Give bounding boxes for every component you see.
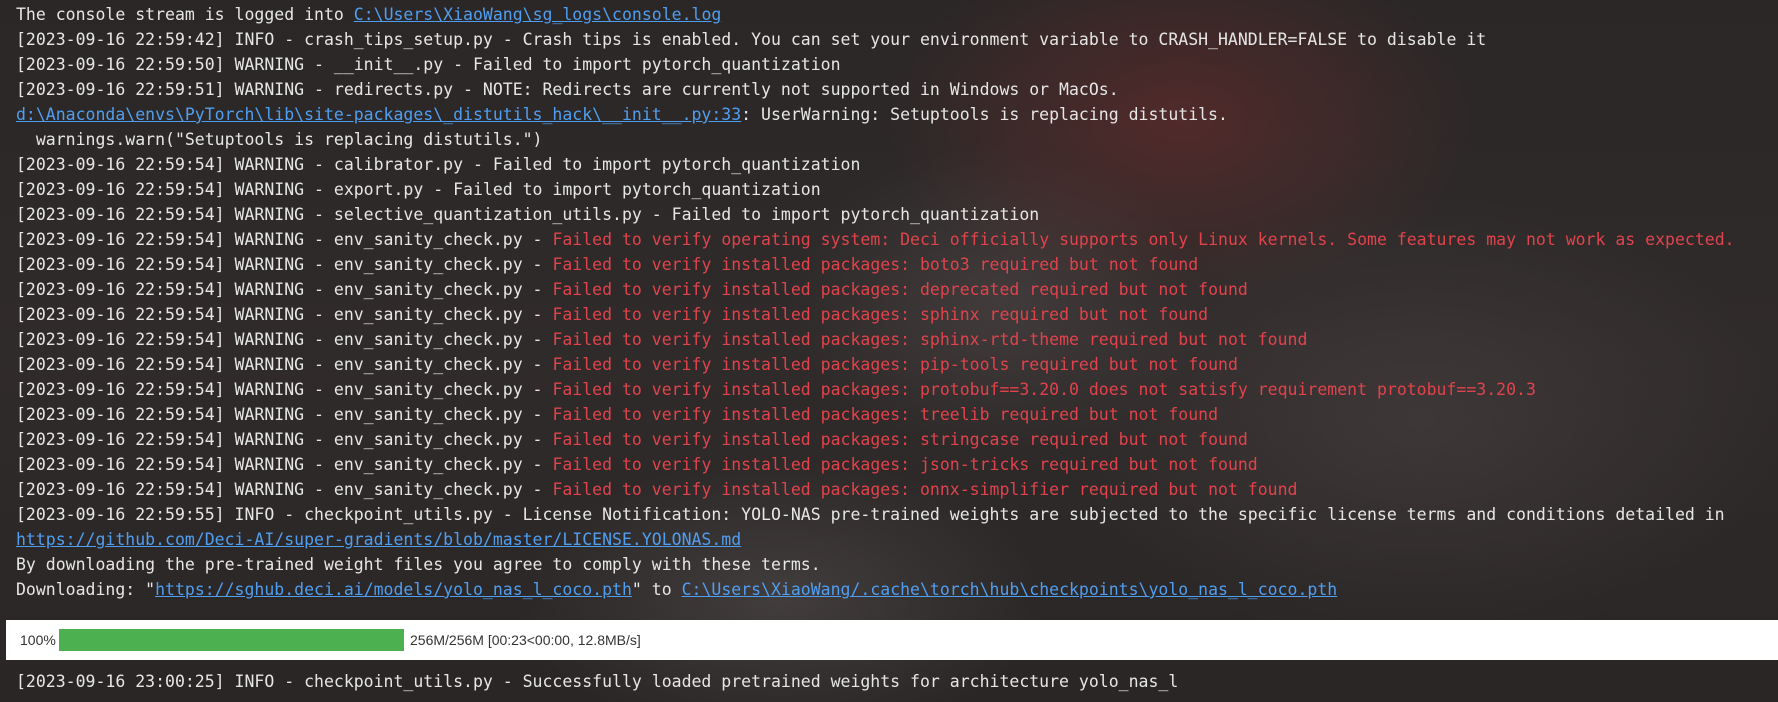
error-message: Failed to verify installed packages: str… [552, 430, 1248, 449]
log-text: [2023-09-16 22:59:54] WARNING - env_sani… [16, 255, 553, 274]
log-text: [2023-09-16 22:59:42] INFO - crash_tips_… [16, 30, 1487, 49]
error-message: Failed to verify installed packages: dep… [552, 280, 1248, 299]
log-line: [2023-09-16 22:59:42] INFO - crash_tips_… [16, 29, 1486, 51]
log-text: [2023-09-16 22:59:54] WARNING - selectiv… [16, 205, 1040, 224]
log-line: [2023-09-16 22:59:54] WARNING - env_sani… [16, 404, 1218, 426]
log-text: [2023-09-16 22:59:54] WARNING - env_sani… [16, 380, 553, 399]
error-message: Failed to verify installed packages: sph… [552, 330, 1308, 349]
log-line: [2023-09-16 22:59:54] WARNING - env_sani… [16, 454, 1258, 476]
log-line: [2023-09-16 22:59:54] WARNING - env_sani… [16, 354, 1238, 376]
log-line: [2023-09-16 22:59:54] WARNING - env_sani… [16, 479, 1297, 501]
log-line: [2023-09-16 22:59:54] WARNING - env_sani… [16, 429, 1248, 451]
log-text: [2023-09-16 22:59:54] WARNING - env_sani… [16, 280, 553, 299]
log-line: [2023-09-16 22:59:54] WARNING - export.p… [16, 179, 821, 201]
error-message: Failed to verify installed packages: pro… [552, 380, 1536, 399]
log-line: [2023-09-16 22:59:54] WARNING - env_sani… [16, 379, 1536, 401]
progress-fill [59, 629, 404, 651]
log-text: [2023-09-16 22:59:54] WARNING - env_sani… [16, 430, 553, 449]
log-line: [2023-09-16 22:59:50] WARNING - __init__… [16, 54, 841, 76]
log-text: : UserWarning: Setuptools is replacing d… [741, 105, 1228, 124]
progress-info: 256M/256M [00:23<00:00, 12.8MB/s] [410, 632, 641, 648]
log-line: The console stream is logged into C:\Use… [16, 4, 721, 26]
log-line: [2023-09-16 22:59:51] WARNING - redirect… [16, 79, 1119, 101]
path-link[interactable]: https://sghub.deci.ai/models/yolo_nas_l_… [155, 580, 632, 599]
log-text: [2023-09-16 22:59:54] WARNING - env_sani… [16, 355, 553, 374]
log-line: [2023-09-16 22:59:54] WARNING - env_sani… [16, 229, 1735, 251]
log-line: [2023-09-16 22:59:54] WARNING - selectiv… [16, 204, 1039, 226]
path-link[interactable]: C:\Users\XiaoWang\sg_logs\console.log [354, 5, 722, 24]
log-text: " to [631, 580, 682, 599]
log-line: [2023-09-16 22:59:54] WARNING - calibrat… [16, 154, 860, 176]
download-progress-bar: 100% 256M/256M [00:23<00:00, 12.8MB/s] [6, 620, 1778, 660]
log-line: https://github.com/Deci-AI/super-gradien… [16, 529, 741, 551]
error-message: Failed to verify installed packages: bot… [552, 255, 1199, 274]
log-text: [2023-09-16 22:59:54] WARNING - export.p… [16, 180, 821, 199]
log-text: [2023-09-16 22:59:54] WARNING - calibrat… [16, 155, 861, 174]
log-text: By downloading the pre-trained weight fi… [16, 555, 821, 574]
progress-track [59, 629, 404, 651]
error-message: Failed to verify installed packages: sph… [552, 305, 1209, 324]
log-text: [2023-09-16 22:59:54] WARNING - env_sani… [16, 305, 553, 324]
log-text: [2023-09-16 22:59:51] WARNING - redirect… [16, 80, 1119, 99]
console-output: The console stream is logged into C:\Use… [0, 0, 1778, 702]
log-text: The console stream is logged into [16, 5, 354, 24]
final-log-line: [2023-09-16 23:00:25] INFO - checkpoint_… [16, 672, 1179, 691]
log-text: Downloading: " [16, 580, 156, 599]
error-message: Failed to verify operating system: Deci … [552, 230, 1735, 249]
log-line: [2023-09-16 22:59:54] WARNING - env_sani… [16, 254, 1198, 276]
path-link[interactable]: d:\Anaconda\envs\PyTorch\lib\site-packag… [16, 105, 741, 124]
log-text: warnings.warn("Setuptools is replacing d… [16, 130, 543, 149]
path-link[interactable]: https://github.com/Deci-AI/super-gradien… [16, 530, 741, 549]
error-message: Failed to verify installed packages: onn… [552, 480, 1298, 499]
error-message: Failed to verify installed packages: jso… [552, 455, 1258, 474]
log-text: [2023-09-16 22:59:54] WARNING - env_sani… [16, 480, 553, 499]
log-line: [2023-09-16 22:59:54] WARNING - env_sani… [16, 279, 1248, 301]
log-text: [2023-09-16 22:59:54] WARNING - env_sani… [16, 230, 553, 249]
log-text: [2023-09-16 22:59:55] INFO - checkpoint_… [16, 505, 1725, 524]
log-text: [2023-09-16 22:59:54] WARNING - env_sani… [16, 455, 553, 474]
log-line: Downloading: "https://sghub.deci.ai/mode… [16, 579, 1337, 601]
log-line: [2023-09-16 22:59:54] WARNING - env_sani… [16, 304, 1208, 326]
error-message: Failed to verify installed packages: pip… [552, 355, 1238, 374]
log-line: d:\Anaconda\envs\PyTorch\lib\site-packag… [16, 104, 1228, 126]
log-line: [2023-09-16 22:59:55] INFO - checkpoint_… [16, 504, 1725, 526]
log-text: [2023-09-16 22:59:54] WARNING - env_sani… [16, 330, 553, 349]
progress-percent: 100% [20, 632, 56, 648]
log-line: [2023-09-16 22:59:54] WARNING - env_sani… [16, 329, 1307, 351]
log-line: warnings.warn("Setuptools is replacing d… [16, 129, 543, 151]
error-message: Failed to verify installed packages: tre… [552, 405, 1219, 424]
log-line: By downloading the pre-trained weight fi… [16, 554, 821, 576]
path-link[interactable]: C:\Users\XiaoWang/.cache\torch\hub\check… [682, 580, 1338, 599]
log-text: [2023-09-16 22:59:50] WARNING - __init__… [16, 55, 841, 74]
log-text: [2023-09-16 22:59:54] WARNING - env_sani… [16, 405, 553, 424]
